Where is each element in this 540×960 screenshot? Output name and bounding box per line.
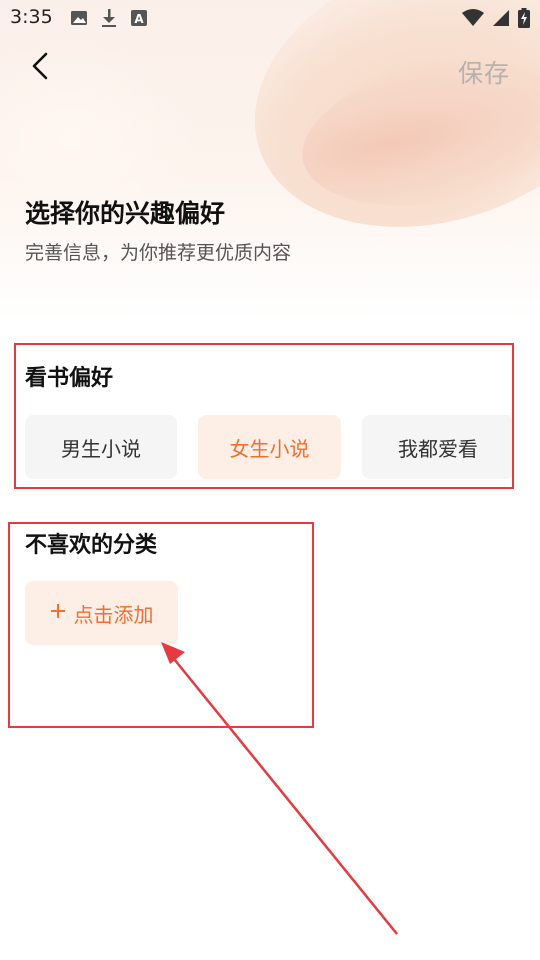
annotation-arrow — [161, 642, 398, 935]
